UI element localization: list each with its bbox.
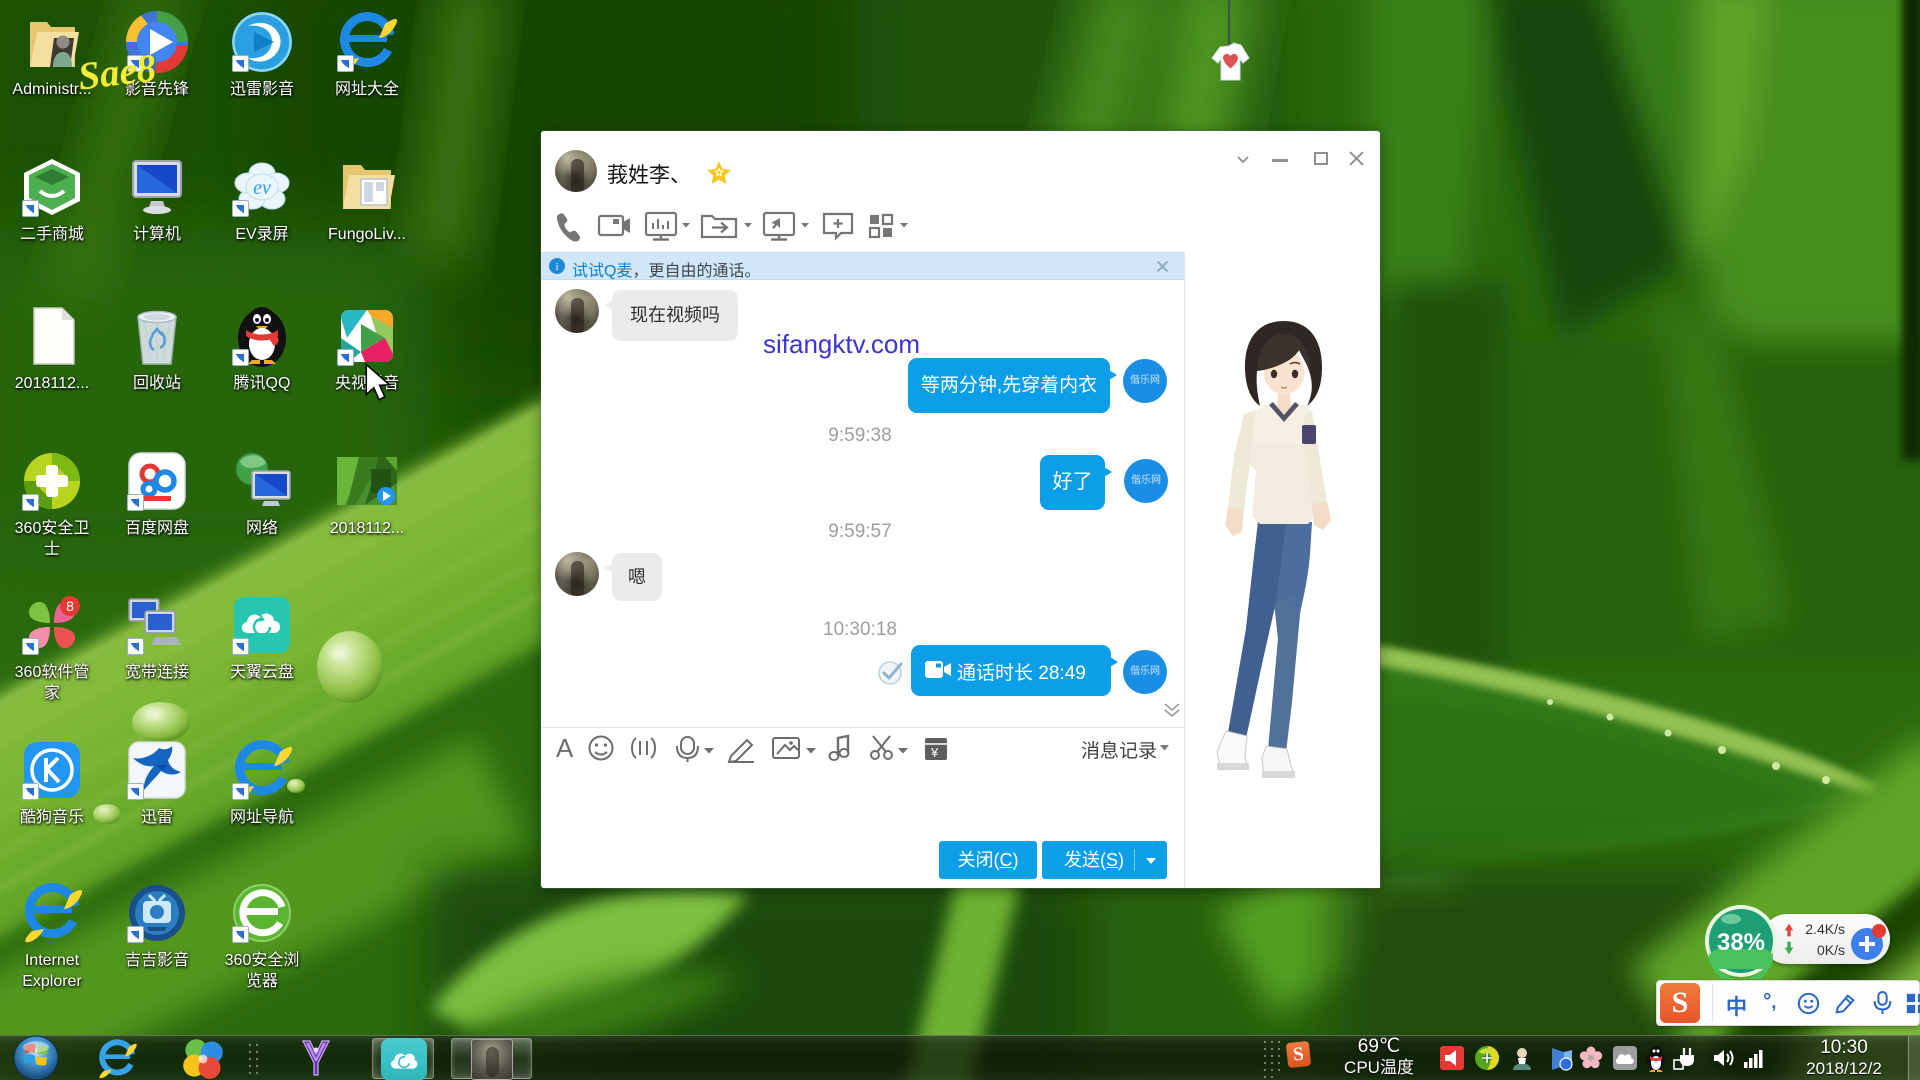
svg-text:ev: ev: [253, 177, 271, 199]
svg-text:¥: ¥: [930, 745, 939, 760]
svg-text:8: 8: [66, 598, 74, 614]
svg-text:38%: 38%: [1717, 929, 1765, 956]
svg-text:i: i: [555, 261, 558, 273]
svg-text:A: A: [556, 733, 574, 763]
